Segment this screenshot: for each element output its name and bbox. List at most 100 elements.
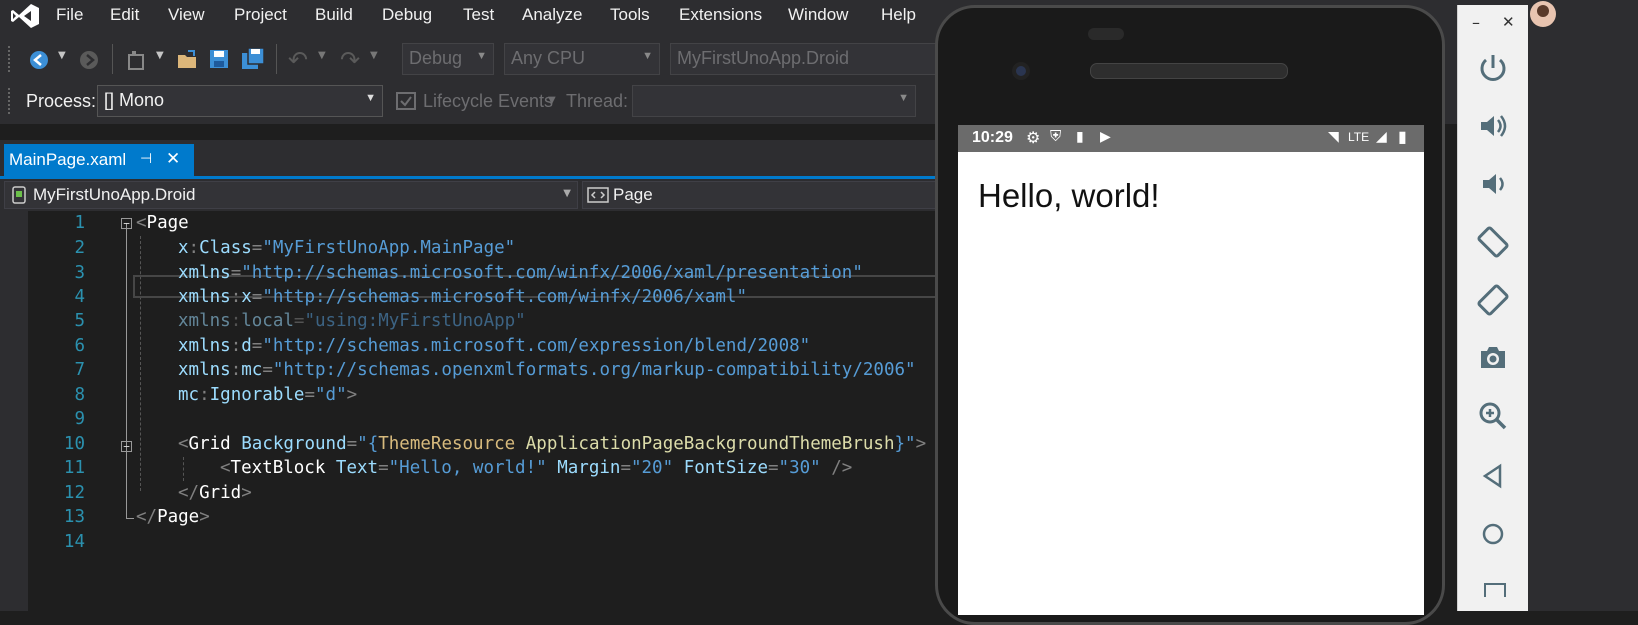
speaker-grille: [1090, 63, 1288, 79]
camera-icon[interactable]: [1474, 339, 1512, 377]
hello-world-textblock: Hello, world!: [978, 177, 1160, 214]
chevron-down-icon: ▼: [563, 188, 571, 199]
code-line-8: 8 mc:Ignorable="d">: [74, 385, 358, 405]
lifecycle-events-button[interactable]: Lifecycle Events: [423, 91, 553, 112]
process-label: Process:: [26, 91, 97, 111]
volume-down-icon[interactable]: [1474, 165, 1512, 203]
code-editor[interactable]: 1 − <Page 2 x:Class="MyFirstUnoApp.MainP…: [0, 211, 1003, 611]
settings-icon: ⚙: [1026, 130, 1041, 147]
menu-project[interactable]: Project: [234, 5, 287, 25]
shield-icon: ⛨: [1050, 128, 1062, 145]
xaml-element-icon: [587, 187, 609, 203]
chevron-down-icon: ▼: [476, 50, 487, 62]
code-line-1: 1 − <Page: [74, 213, 189, 233]
overview-nav-icon[interactable]: [1484, 583, 1506, 597]
code-line-9: 9: [74, 409, 85, 429]
power-icon[interactable]: [1474, 49, 1512, 87]
back-nav-icon[interactable]: [1474, 457, 1512, 495]
chevron-down-icon: ▼: [642, 50, 653, 62]
android-status-bar: 10:29 ⚙ ⛨ ▮ ▶ ◥ LTE ◢ ▮: [958, 125, 1424, 152]
redo-icon[interactable]: ↷: [340, 46, 360, 74]
ide-right-edge: [1527, 0, 1638, 611]
code-line-13: 13 </Page>: [63, 507, 210, 527]
wifi-icon: ◥: [1328, 128, 1339, 144]
process-value: [] Mono: [104, 90, 165, 110]
android-project-icon: [12, 186, 26, 204]
platform-value: Any CPU: [511, 48, 586, 68]
code-line-14: 14: [63, 532, 85, 552]
code-line-6: 6 xmlns:d="http://schemas.microsoft.com/…: [74, 336, 811, 356]
save-icon[interactable]: [208, 48, 230, 70]
toolbar-grip-2[interactable]: [8, 88, 14, 114]
menu-file[interactable]: File: [56, 5, 83, 25]
code-line-7: 7 xmlns:mc="http://schemas.openxmlformat…: [74, 360, 916, 380]
user-avatar[interactable]: [1529, 0, 1557, 28]
solution-platform-select[interactable]: Any CPU ▼: [504, 43, 660, 75]
menu-debug[interactable]: Debug: [382, 5, 432, 25]
back-icon[interactable]: [28, 49, 50, 71]
open-folder-icon[interactable]: [176, 48, 200, 72]
tab-mainpage-xaml[interactable]: MainPage.xaml ⊣ ✕: [4, 144, 194, 176]
save-all-icon[interactable]: [240, 46, 266, 72]
solution-configuration-select[interactable]: Debug ▼: [402, 43, 494, 75]
menu-window[interactable]: Window: [788, 5, 848, 25]
menu-extensions[interactable]: Extensions: [679, 5, 762, 25]
device-screen[interactable]: 10:29 ⚙ ⛨ ▮ ▶ ◥ LTE ◢ ▮ Hello, world!: [958, 125, 1424, 615]
code-line-12: 12 </Grid>: [63, 483, 252, 503]
startup-project-select[interactable]: MyFirstUnoApp.Droid: [670, 43, 940, 75]
tab-label: MainPage.xaml: [9, 150, 127, 169]
thread-label: Thread:: [566, 91, 629, 111]
status-time: 10:29: [972, 129, 1013, 146]
network-type: LTE: [1348, 130, 1370, 144]
menu-analyze[interactable]: Analyze: [522, 5, 582, 25]
close-button[interactable]: ✕: [1502, 13, 1515, 31]
scope-dropdown-label: Page: [613, 185, 653, 204]
close-tab-icon[interactable]: ✕: [166, 149, 180, 169]
menu-help[interactable]: Help: [881, 5, 916, 25]
project-dropdown-label: MyFirstUnoApp.Droid: [33, 185, 196, 204]
battery-icon: ▮: [1398, 129, 1407, 146]
zoom-icon[interactable]: [1474, 397, 1512, 435]
lifecycle-dropdown-icon[interactable]: ▼: [548, 95, 556, 106]
minimize-button[interactable]: –: [1472, 13, 1480, 32]
volume-up-icon[interactable]: [1474, 107, 1512, 145]
front-camera-icon: [1012, 62, 1030, 80]
rotate-left-icon[interactable]: [1474, 223, 1512, 261]
home-nav-icon[interactable]: [1474, 515, 1512, 553]
forward-icon[interactable]: [78, 49, 100, 71]
thread-select[interactable]: ▼: [632, 85, 916, 117]
chevron-down-icon: ▼: [898, 92, 909, 104]
menu-test[interactable]: Test: [463, 5, 494, 25]
back-dropdown-icon[interactable]: ▼: [58, 50, 66, 61]
menu-view[interactable]: View: [168, 5, 205, 25]
code-line-4: 4 xmlns:x="http://schemas.microsoft.com/…: [74, 287, 747, 307]
menu-edit[interactable]: Edit: [110, 5, 139, 25]
process-select[interactable]: [] Mono ▼: [97, 85, 383, 117]
sd-card-icon: ▮: [1076, 128, 1084, 144]
chevron-down-icon: ▼: [365, 92, 376, 104]
earpiece: [1088, 28, 1124, 40]
toolbar-grip[interactable]: [8, 46, 14, 72]
visual-studio-logo-icon[interactable]: [10, 3, 40, 29]
code-line-10: 10 − <Grid Background="{ThemeResource Ap…: [63, 434, 927, 454]
lifecycle-events-icon: [396, 92, 416, 110]
undo-icon[interactable]: ↶: [288, 46, 308, 74]
play-store-icon: ▶: [1100, 128, 1111, 144]
startup-project-value: MyFirstUnoApp.Droid: [677, 48, 850, 68]
new-project-icon[interactable]: [124, 48, 148, 72]
android-emulator-device: 10:29 ⚙ ⛨ ▮ ▶ ◥ LTE ◢ ▮ Hello, world!: [935, 5, 1445, 625]
document-tab-strip: MainPage.xaml ⊣ ✕: [0, 140, 1000, 179]
emulator-controls-panel: – ✕: [1457, 5, 1528, 611]
signal-icon: ◢: [1376, 128, 1387, 144]
code-line-3: 3 xmlns="http://schemas.microsoft.com/wi…: [74, 263, 863, 283]
redo-dropdown-icon[interactable]: ▼: [370, 50, 378, 61]
undo-dropdown-icon[interactable]: ▼: [318, 50, 326, 61]
code-line-2: 2 x:Class="MyFirstUnoApp.MainPage": [74, 238, 516, 258]
menu-build[interactable]: Build: [315, 5, 353, 25]
new-dropdown-icon[interactable]: ▼: [156, 50, 164, 61]
menu-tools[interactable]: Tools: [610, 5, 650, 25]
rotate-right-icon[interactable]: [1474, 281, 1512, 319]
code-line-5: 5 xmlns:local="using:MyFirstUnoApp": [74, 311, 526, 331]
pin-icon[interactable]: ⊣: [140, 150, 152, 167]
configuration-value: Debug: [409, 48, 463, 68]
